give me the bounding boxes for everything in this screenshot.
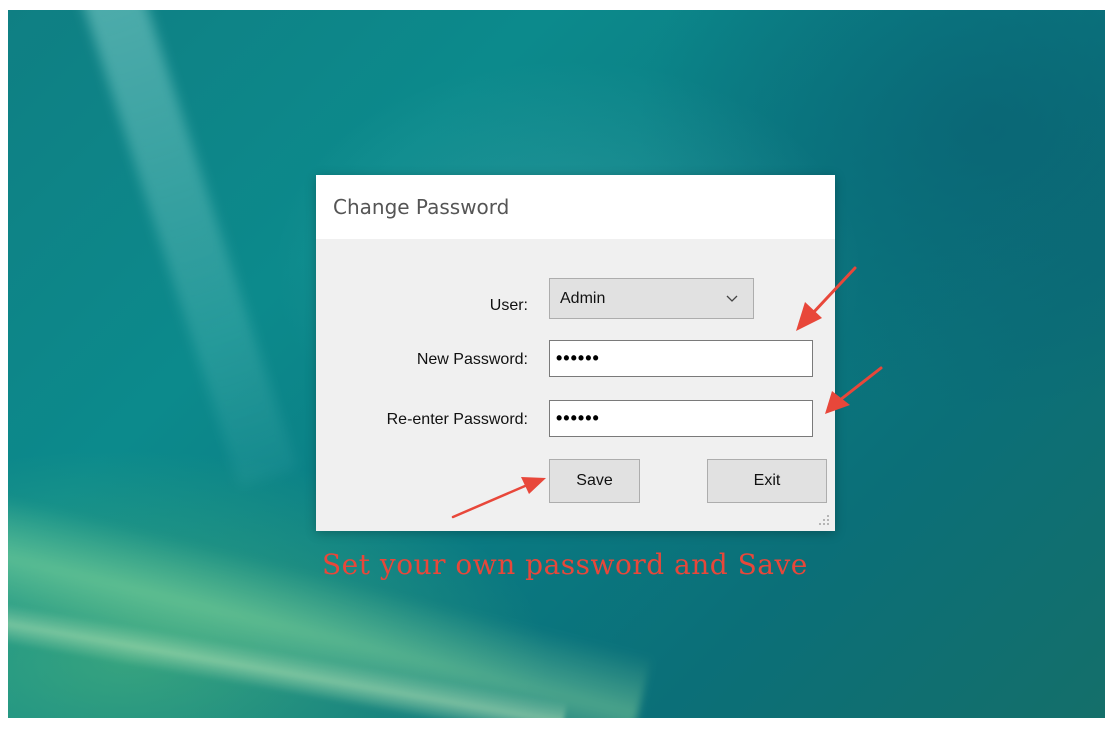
instruction-caption: Set your own password and Save	[322, 548, 808, 581]
reenter-password-label: Re-enter Password:	[386, 411, 528, 428]
new-password-field[interactable]: ••••••	[549, 340, 813, 377]
dialog-titlebar[interactable]: Change Password	[316, 175, 835, 239]
user-label: User:	[489, 297, 528, 314]
exit-button[interactable]: Exit	[707, 459, 827, 503]
change-password-dialog: Change Password User: Admin New Password…	[316, 175, 835, 531]
user-select-value: Admin	[560, 290, 606, 307]
chevron-down-icon	[726, 295, 738, 302]
resize-grip-icon[interactable]	[818, 514, 830, 526]
dialog-title: Change Password	[333, 195, 510, 219]
background-light-streak	[79, 10, 297, 487]
reenter-password-field[interactable]: ••••••	[549, 400, 813, 437]
user-select[interactable]: Admin	[549, 278, 754, 319]
new-password-label: New Password:	[416, 351, 528, 368]
save-button[interactable]: Save	[549, 459, 640, 503]
